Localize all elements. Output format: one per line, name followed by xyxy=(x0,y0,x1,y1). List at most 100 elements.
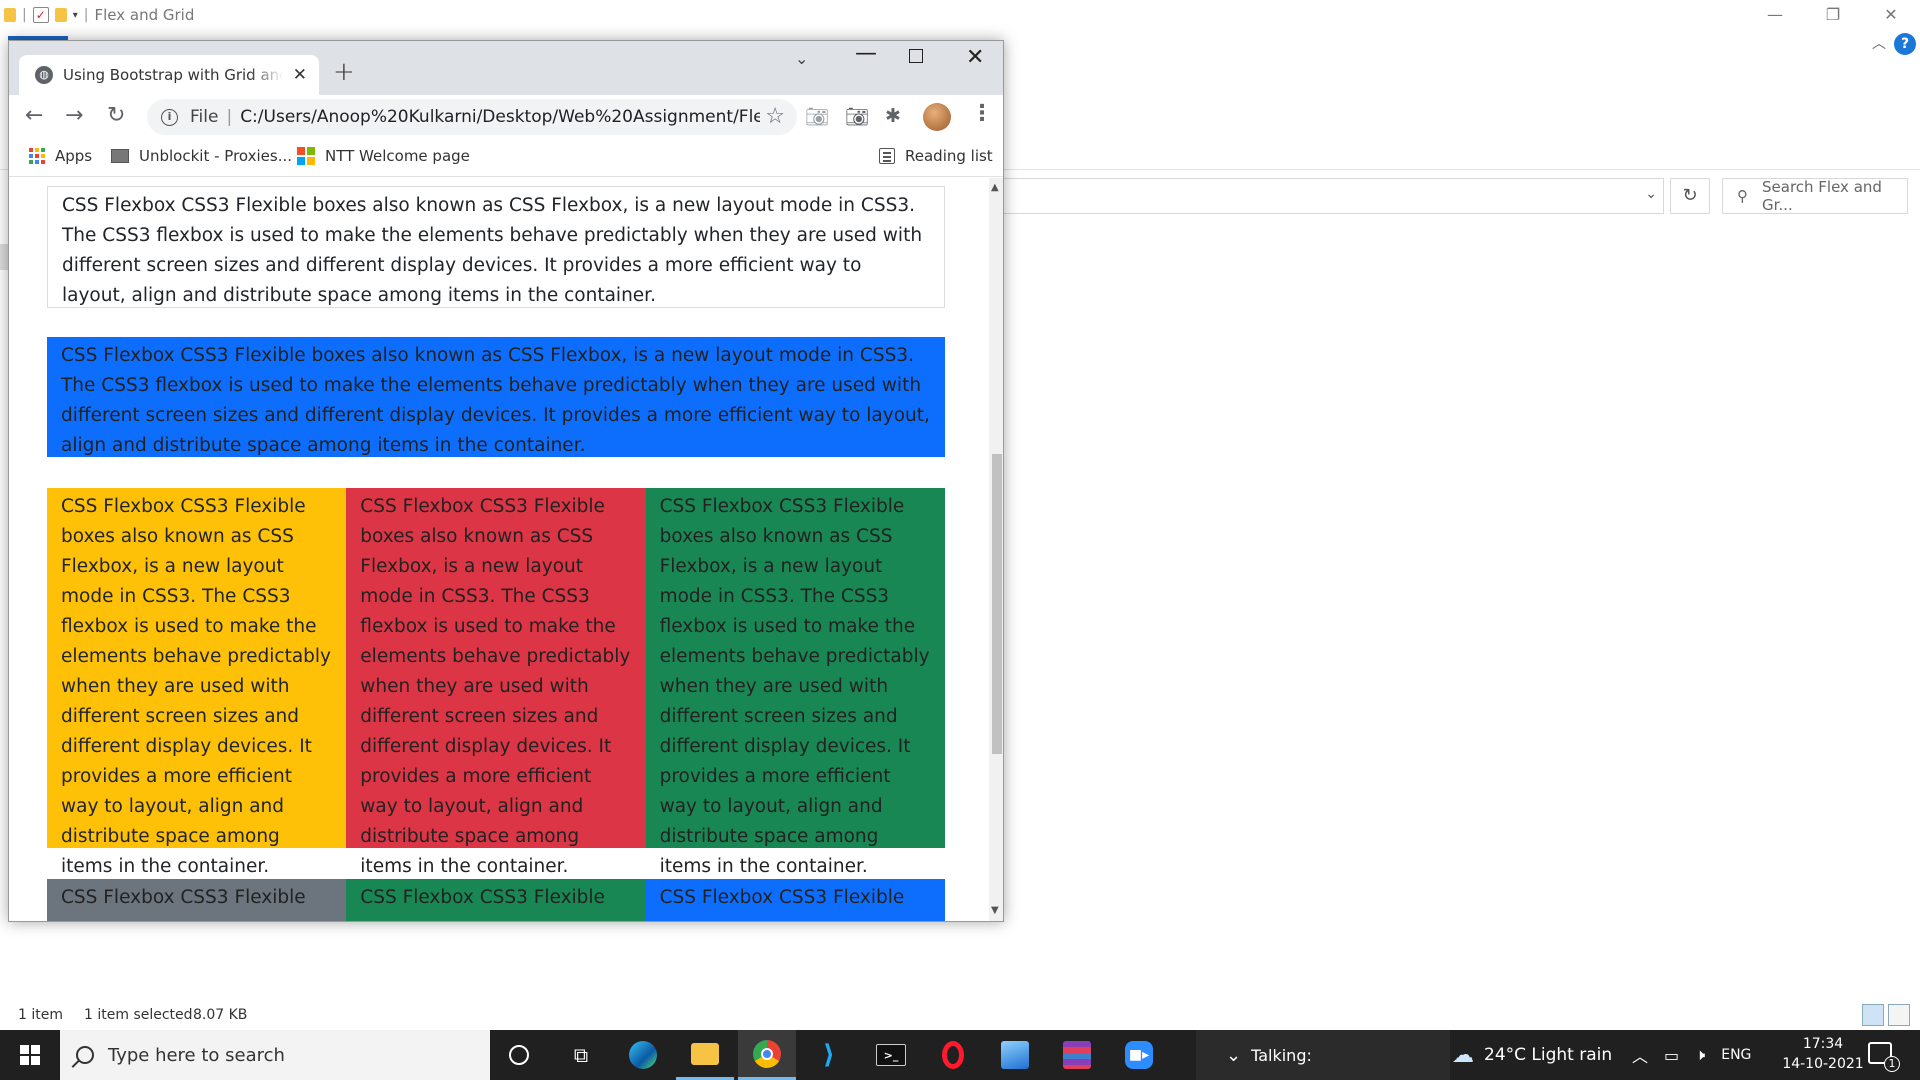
edge-icon[interactable] xyxy=(614,1030,672,1080)
explorer-close-button[interactable]: ✕ xyxy=(1862,0,1920,30)
quick-access-toolbar: | ✓ ▾ | xyxy=(0,7,88,23)
bookmark-unblockit[interactable]: Unblockit - Proxies... xyxy=(111,147,292,165)
reload-icon[interactable]: ↻ xyxy=(107,103,125,128)
winrar-icon[interactable] xyxy=(1048,1030,1106,1080)
globe-icon: ◍ xyxy=(35,66,53,84)
microsoft-logo-icon xyxy=(297,147,315,165)
cortana-icon[interactable] xyxy=(490,1030,548,1080)
clock[interactable]: 17:34 14-10-2021 xyxy=(1778,1034,1868,1074)
profile-avatar[interactable] xyxy=(923,103,951,131)
chrome-window: ◍ Using Bootstrap with Grid and Flex ✕ +… xyxy=(8,40,1004,922)
page-scrollbar[interactable]: ▲ ▼ xyxy=(989,178,1003,921)
apps-grid-icon xyxy=(29,148,45,164)
scroll-down-arrow-icon[interactable]: ▼ xyxy=(991,905,999,916)
reading-list-label: Reading list xyxy=(905,147,993,165)
explorer-restore-button[interactable]: ❐ xyxy=(1804,0,1862,30)
volume-muted-icon[interactable]: 🕨︎ xyxy=(1695,1045,1705,1065)
collapse-ribbon-icon[interactable]: ︿ xyxy=(1872,33,1886,53)
tab-search-icon[interactable]: ⌄ xyxy=(795,49,808,68)
opera-icon[interactable] xyxy=(924,1030,982,1080)
cloud-rain-icon: ☁ xyxy=(1452,1042,1474,1068)
danger-column: CSS Flexbox CSS3 Flexible boxes also kno… xyxy=(346,488,646,877)
tab-active[interactable]: ◍ Using Bootstrap with Grid and Flex ✕ xyxy=(19,55,319,95)
start-button[interactable] xyxy=(0,1030,60,1080)
file-explorer-icon[interactable] xyxy=(676,1030,734,1080)
windows-logo-icon xyxy=(20,1045,40,1065)
explorer-minimize-button[interactable]: — xyxy=(1746,0,1804,30)
back-arrow-icon[interactable]: ← xyxy=(25,103,43,128)
address-bar[interactable]: ⌄ xyxy=(1000,178,1664,214)
unblockit-icon xyxy=(111,149,129,163)
customize-qat-icon[interactable]: ▾ xyxy=(73,10,78,21)
reading-list-button[interactable]: Reading list xyxy=(879,147,993,165)
close-window-button[interactable]: ✕ xyxy=(966,45,984,70)
forward-arrow-icon[interactable]: → xyxy=(65,103,83,128)
weather-widget[interactable]: ☁ 24°C Light rain xyxy=(1452,1030,1612,1080)
new-folder-icon[interactable] xyxy=(54,8,67,22)
talking-indicator[interactable]: ⌄ Talking: xyxy=(1196,1030,1450,1080)
scrollbar-thumb[interactable] xyxy=(992,454,1002,754)
search-icon: ⚲ xyxy=(1737,187,1748,205)
weather-text: 24°C Light rain xyxy=(1484,1045,1613,1065)
bookmark-ntt-welcome[interactable]: NTT Welcome page xyxy=(297,147,470,165)
talking-label: Talking: xyxy=(1251,1045,1312,1065)
search-icon xyxy=(76,1046,94,1064)
screenshot-icon[interactable]: 📷︎ xyxy=(805,105,829,128)
chrome-icon[interactable] xyxy=(738,1030,796,1080)
large-icons-view-icon[interactable] xyxy=(1888,1004,1910,1026)
clock-time: 17:34 xyxy=(1802,1036,1844,1052)
explorer-window-controls: — ❐ ✕ xyxy=(1746,0,1920,30)
minimize-button[interactable]: — xyxy=(855,41,877,66)
bookmark-apps[interactable]: Apps xyxy=(29,147,92,165)
terminal-icon[interactable]: >_ xyxy=(862,1030,920,1080)
warning-column: CSS Flexbox CSS3 Flexible boxes also kno… xyxy=(47,488,347,877)
status-selected: 1 item selected xyxy=(84,1007,193,1023)
show-hidden-icons-chevron-icon[interactable]: ︿ xyxy=(1632,1043,1648,1067)
column-paragraph: CSS Flexbox CSS3 Flexible xyxy=(61,887,306,908)
bookmark-label: Unblockit - Proxies... xyxy=(139,147,293,165)
primary-card: CSS Flexbox CSS3 Flexible boxes also kno… xyxy=(47,337,945,457)
secondary-column: CSS Flexbox CSS3 Flexible xyxy=(47,879,347,921)
extensions-puzzle-icon[interactable]: ✱ xyxy=(885,105,901,127)
column-paragraph: CSS Flexbox CSS3 Flexible boxes also kno… xyxy=(61,496,332,877)
task-view-icon[interactable]: ⧉ xyxy=(552,1030,610,1080)
properties-icon[interactable]: ✓ xyxy=(32,7,49,23)
vscode-icon[interactable]: ⟩ xyxy=(800,1030,858,1080)
taskbar-search-placeholder: Type here to search xyxy=(108,1044,285,1066)
info-icon[interactable]: i xyxy=(161,108,178,126)
chevron-down-icon: ⌄ xyxy=(1226,1044,1242,1066)
bookmark-label: Apps xyxy=(55,147,93,165)
bookmark-star-icon[interactable]: ☆ xyxy=(765,104,785,129)
maximize-button[interactable] xyxy=(909,49,923,63)
bookmarks-bar: Apps Unblockit - Proxies... NTT Welcome … xyxy=(9,139,1003,177)
chevron-down-icon[interactable]: ⌄ xyxy=(1645,186,1657,202)
system-tray: ︿ ▭ 🕨︎ ENG xyxy=(1632,1030,1751,1080)
photos-icon[interactable] xyxy=(986,1030,1044,1080)
language-indicator[interactable]: ENG xyxy=(1721,1047,1751,1063)
battery-icon[interactable]: ▭ xyxy=(1664,1046,1679,1065)
camera-icon[interactable]: 📷︎ xyxy=(845,105,869,128)
status-size: 8.07 KB xyxy=(193,1007,248,1023)
success-column: CSS Flexbox CSS3 Flexible boxes also kno… xyxy=(645,488,945,877)
explorer-search-placeholder: Search Flex and Gr... xyxy=(1762,178,1882,214)
taskbar: Type here to search ⧉ ⟩ >_ ■▸ ⌄ Talking:… xyxy=(0,1030,1920,1080)
explorer-search-input[interactable]: ⚲ Search Flex and Gr... xyxy=(1722,178,1908,214)
zoom-icon[interactable]: ■▸ xyxy=(1110,1030,1168,1080)
flex-row-second: CSS Flexbox CSS3 Flexible CSS Flexbox CS… xyxy=(47,879,945,921)
bordered-card: CSS Flexbox CSS3 Flexible boxes also kno… xyxy=(47,186,945,308)
explorer-title-bar: | ✓ ▾ | Flex and Grid — ❐ ✕ xyxy=(0,0,1920,30)
help-icon[interactable]: ? xyxy=(1894,33,1916,55)
new-tab-button[interactable]: + xyxy=(333,57,355,87)
refresh-icon[interactable]: ↻ xyxy=(1670,178,1710,214)
scroll-up-arrow-icon[interactable]: ▲ xyxy=(991,182,999,193)
address-bar-omnibox[interactable]: i File | C:/Users/Anoop%20Kulkarni/Deskt… xyxy=(147,99,797,135)
url-text[interactable]: C:/Users/Anoop%20Kulkarni/Desktop/Web%20… xyxy=(240,107,760,127)
taskbar-search-box[interactable]: Type here to search xyxy=(60,1030,490,1080)
column-paragraph: CSS Flexbox CSS3 Flexible boxes also kno… xyxy=(659,496,930,877)
explorer-title: Flex and Grid xyxy=(94,6,195,24)
details-view-icon[interactable] xyxy=(1862,1004,1884,1026)
page-viewport[interactable]: CSS Flexbox CSS3 Flexible boxes also kno… xyxy=(9,178,989,921)
close-icon[interactable]: ✕ xyxy=(293,65,307,85)
card-paragraph: CSS Flexbox CSS3 Flexible boxes also kno… xyxy=(62,195,923,306)
menu-kebab-icon[interactable]: ⋮ xyxy=(971,101,993,126)
